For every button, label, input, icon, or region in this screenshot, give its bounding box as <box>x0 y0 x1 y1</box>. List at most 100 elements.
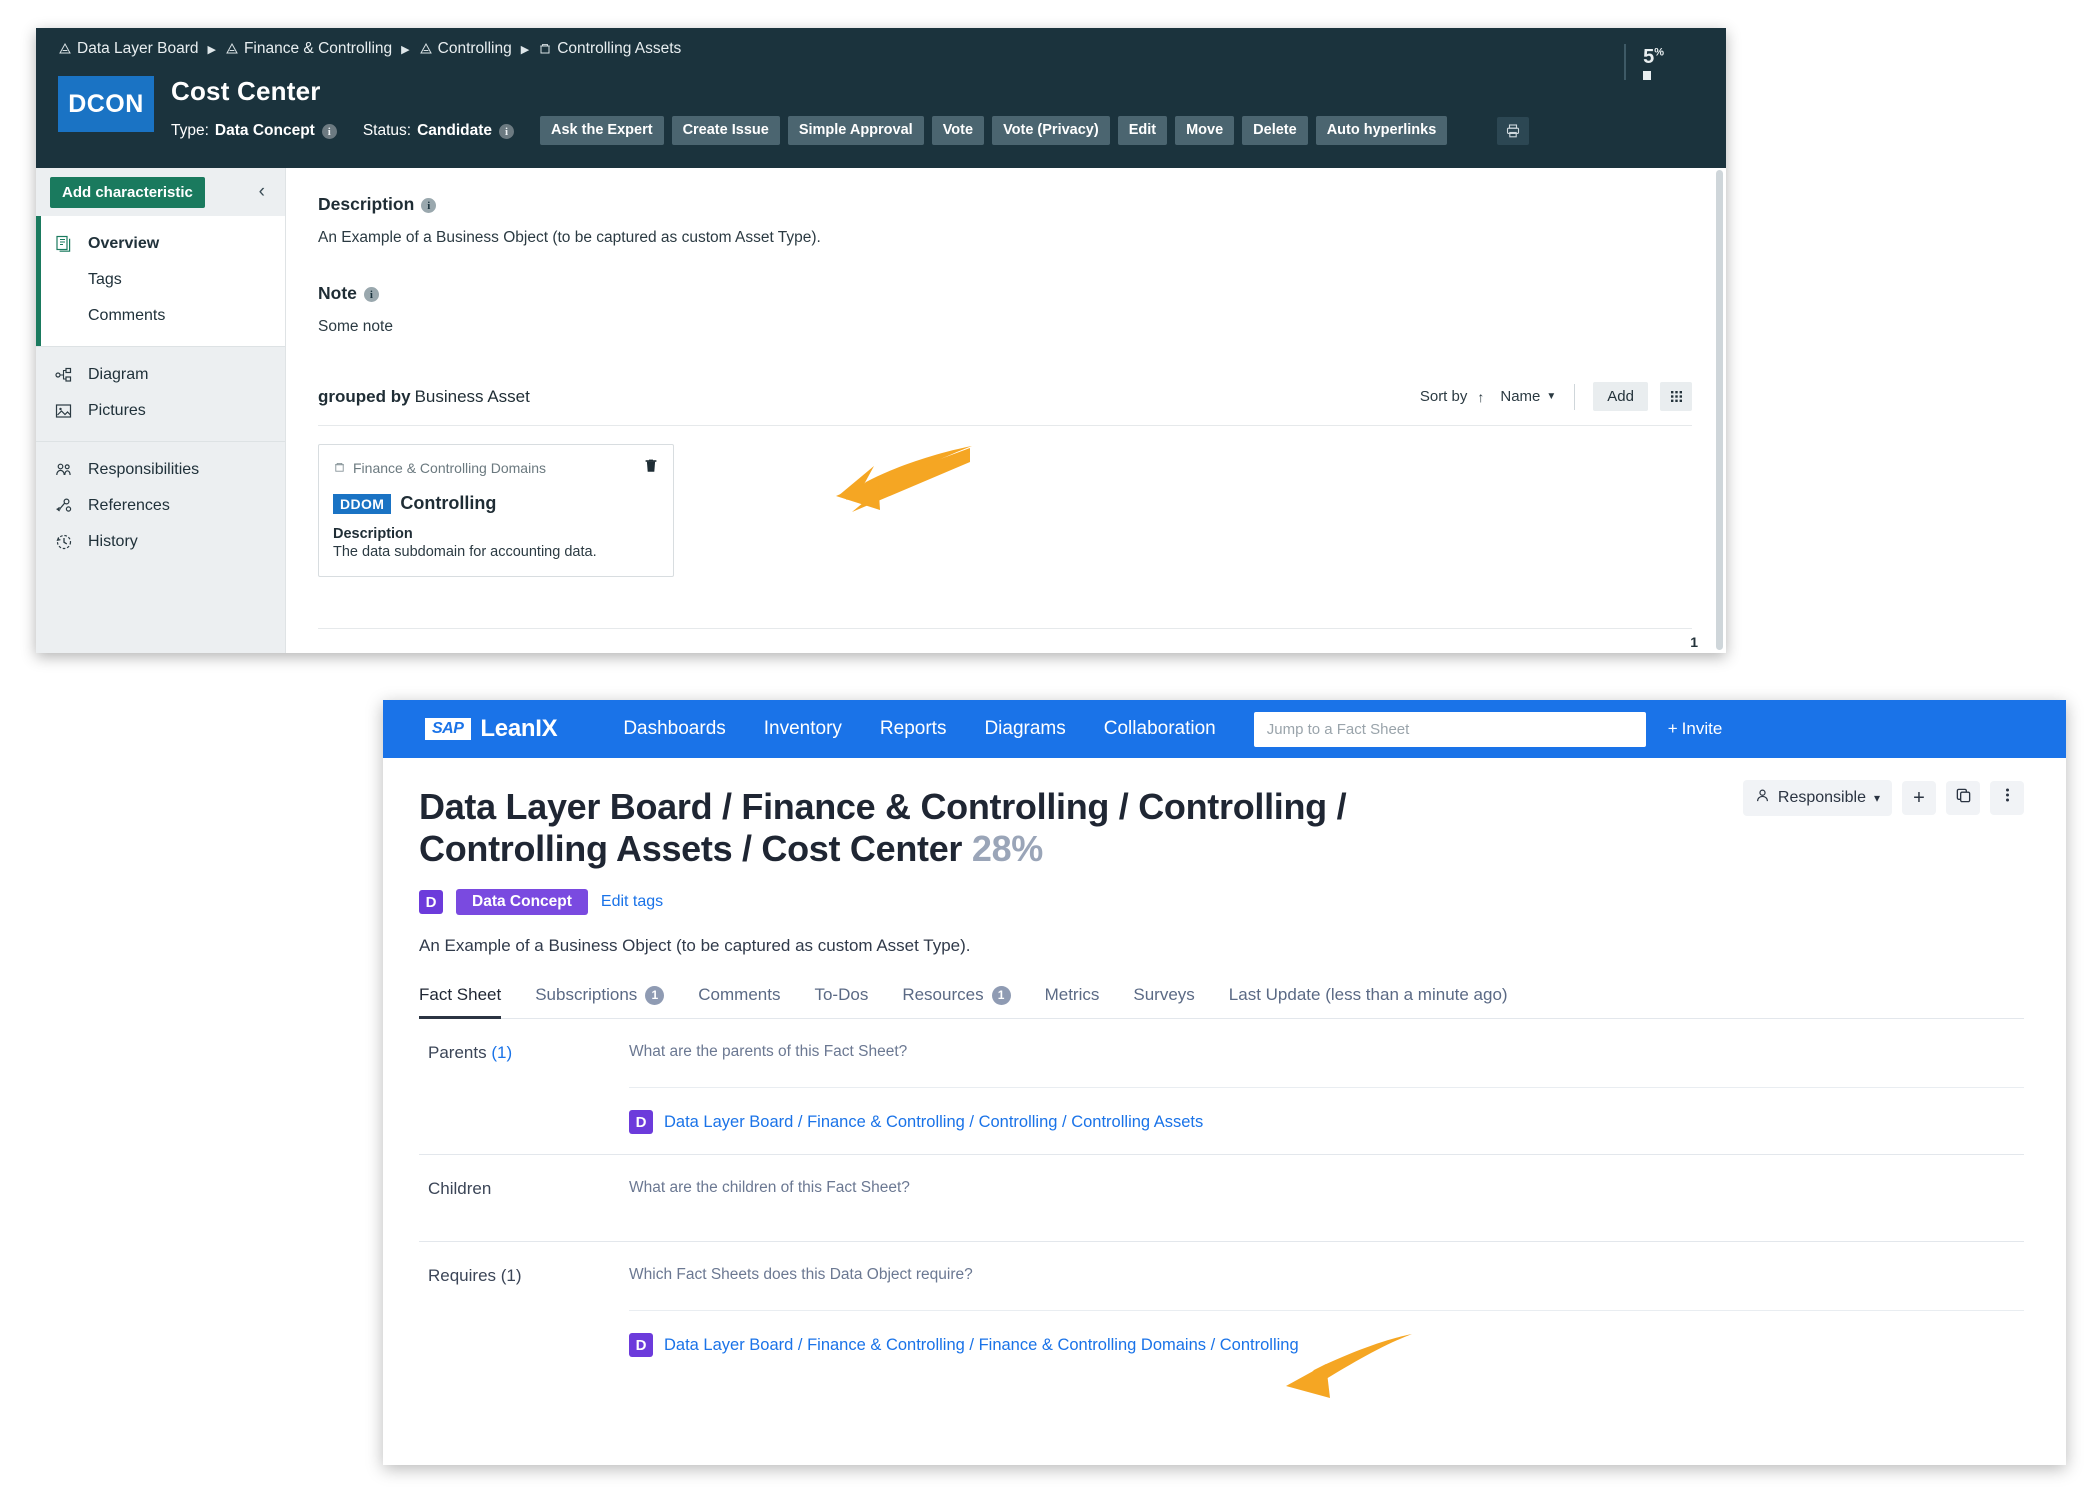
fact-sheet-type-badge: D <box>629 1110 653 1135</box>
related-asset-card[interactable]: Finance & Controlling Domains DDOM Contr… <box>318 444 674 577</box>
asset-icon <box>333 461 347 475</box>
vote-button[interactable]: Vote <box>931 116 985 145</box>
card-title: Controlling <box>400 493 497 513</box>
delete-button[interactable]: Delete <box>1242 116 1308 145</box>
sidebar-item-label: History <box>88 533 138 551</box>
section-requires: Requires (1) Which Fact Sheets does this… <box>419 1242 2024 1377</box>
panel1-body: Add characteristic ‹ Overview Tags Comme… <box>36 168 1726 653</box>
status-badge: 1 <box>645 985 665 1005</box>
ask-the-expert-button[interactable]: Ask the Expert <box>540 116 664 145</box>
arrow-up-icon[interactable]: ↑ <box>1477 389 1484 405</box>
add-icon-button[interactable]: + <box>1902 781 1936 815</box>
more-options-button[interactable] <box>1990 781 2024 815</box>
simple-approval-button[interactable]: Simple Approval <box>787 116 924 145</box>
breadcrumb-item-controlling-assets[interactable]: Controlling Assets <box>538 40 681 58</box>
description-heading-row: Description i <box>318 194 1692 215</box>
tab-last-update[interactable]: Last Update (less than a minute ago) <box>1229 985 1508 1019</box>
panel1-header: Data Layer Board ▶ Finance & Controlling… <box>36 28 1726 168</box>
sidebar-item-overview[interactable]: Overview <box>41 226 285 262</box>
breadcrumb-label: Controlling Assets <box>557 40 682 57</box>
nav-dashboards[interactable]: Dashboards <box>623 718 725 740</box>
nav-reports[interactable]: Reports <box>880 718 947 740</box>
relation-link[interactable]: Data Layer Board / Finance & Controlling… <box>664 1336 1299 1355</box>
breadcrumb-item-finance-controlling[interactable]: Finance & Controlling <box>225 40 392 58</box>
sidebar-item-comments[interactable]: Comments <box>41 298 285 334</box>
relation-link[interactable]: Data Layer Board / Finance & Controlling… <box>664 1113 1203 1132</box>
chevron-left-icon[interactable]: ‹ <box>251 181 273 203</box>
sidebar-item-history[interactable]: History <box>36 524 285 560</box>
add-button[interactable]: Add <box>1593 382 1648 411</box>
info-icon[interactable]: i <box>363 287 379 302</box>
sidebar-item-label: Overview <box>88 235 160 253</box>
section-label-text: Parents <box>428 1043 487 1063</box>
breadcrumb: Data Layer Board ▶ Finance & Controlling… <box>58 40 681 58</box>
domain-icon <box>419 42 433 56</box>
panel1-main-content: Description i An Example of a Business O… <box>286 168 1726 653</box>
add-characteristic-button[interactable]: Add characteristic <box>50 176 205 208</box>
section-content: Which Fact Sheets does this Data Object … <box>629 1242 2024 1377</box>
note-heading: Note <box>318 283 357 303</box>
data-concept-tag[interactable]: Data Concept <box>456 889 588 916</box>
chevron-down-icon: ▾ <box>1873 791 1880 805</box>
tab-comments[interactable]: Comments <box>698 985 780 1019</box>
create-issue-button[interactable]: Create Issue <box>671 116 780 145</box>
vote-privacy-button[interactable]: Vote (Privacy) <box>992 116 1110 145</box>
vertical-scrollbar[interactable] <box>1716 170 1723 650</box>
card-source-label: Finance & Controlling Domains <box>353 460 546 476</box>
move-button[interactable]: Move <box>1175 116 1235 145</box>
leanix-logo[interactable]: SAP LeanIX <box>425 715 558 743</box>
tab-fact-sheet[interactable]: Fact Sheet <box>419 985 502 1020</box>
breadcrumb-item-controlling[interactable]: Controlling <box>419 40 512 58</box>
sidebar-item-responsibilities[interactable]: Responsibilities <box>36 452 285 488</box>
domain-icon <box>58 42 72 56</box>
info-icon[interactable]: i <box>421 198 437 213</box>
sidebar-item-diagram[interactable]: Diagram <box>36 357 285 393</box>
edit-button[interactable]: Edit <box>1117 116 1168 145</box>
duplicate-button[interactable] <box>1946 781 1980 815</box>
nav-diagrams[interactable]: Diagrams <box>984 718 1065 740</box>
tab-metrics[interactable]: Metrics <box>1045 985 1100 1019</box>
page-actions: Responsible ▾ + <box>1742 780 2024 816</box>
tab-surveys[interactable]: Surveys <box>1133 985 1194 1019</box>
fact-sheet-type-badge: D <box>419 890 443 915</box>
sidebar-item-pictures[interactable]: Pictures <box>36 393 285 429</box>
grid-view-icon[interactable] <box>1660 382 1692 411</box>
status-badge: 1 <box>991 985 1011 1005</box>
tab-to-dos[interactable]: To-Dos <box>814 985 868 1019</box>
tab-label: Subscriptions <box>535 985 638 1005</box>
percent-sign: % <box>1654 46 1664 59</box>
asset-icon <box>538 42 552 56</box>
fact-sheet-type-badge: DCON <box>58 76 154 132</box>
nav-collaboration[interactable]: Collaboration <box>1104 718 1216 740</box>
page-title-text: Data Layer Board / Finance & Controlling… <box>419 786 1347 870</box>
relation-row[interactable]: D Data Layer Board / Finance & Controlli… <box>629 1310 2024 1377</box>
info-icon[interactable]: i <box>321 124 337 139</box>
breadcrumb-item-data-layer-board[interactable]: Data Layer Board <box>58 40 199 58</box>
sidebar-item-references[interactable]: References <box>36 488 285 524</box>
info-icon[interactable]: i <box>499 124 515 139</box>
action-button-group: Ask the Expert Create Issue Simple Appro… <box>540 116 1530 145</box>
search-input[interactable] <box>1253 711 1646 747</box>
relation-row[interactable]: D Data Layer Board / Finance & Controlli… <box>629 1087 2024 1154</box>
edit-tags-link[interactable]: Edit tags <box>601 893 663 911</box>
sidebar-item-tags[interactable]: Tags <box>41 262 285 298</box>
breadcrumb-label: Controlling <box>437 40 512 57</box>
tab-subscriptions[interactable]: Subscriptions 1 <box>535 985 665 1019</box>
printer-icon[interactable] <box>1497 116 1530 145</box>
section-question: What are the parents of this Fact Sheet? <box>629 1043 908 1061</box>
nav-inventory[interactable]: Inventory <box>764 718 842 740</box>
sort-by-label: Sort by <box>1419 388 1468 405</box>
meta-and-actions-row: Type: Data Concept i Status: Candidate i… <box>171 116 1530 145</box>
type-label: Type: <box>171 121 209 139</box>
diagram-icon <box>54 365 74 385</box>
tab-resources[interactable]: Resources 1 <box>902 985 1011 1019</box>
invite-button[interactable]: + Invite <box>1668 719 1723 739</box>
responsible-dropdown[interactable]: Responsible ▾ <box>1742 780 1892 816</box>
chevron-down-icon[interactable]: ▼ <box>1546 391 1556 402</box>
sidebar-group-governance: Responsibilities References History <box>36 441 285 572</box>
auto-hyperlinks-button[interactable]: Auto hyperlinks <box>1315 116 1448 145</box>
trash-icon[interactable] <box>643 457 659 479</box>
page-number[interactable]: 1 <box>1690 634 1698 650</box>
left-sidebar: Add characteristic ‹ Overview Tags Comme… <box>36 168 286 653</box>
sort-field-value[interactable]: Name <box>1500 388 1540 405</box>
